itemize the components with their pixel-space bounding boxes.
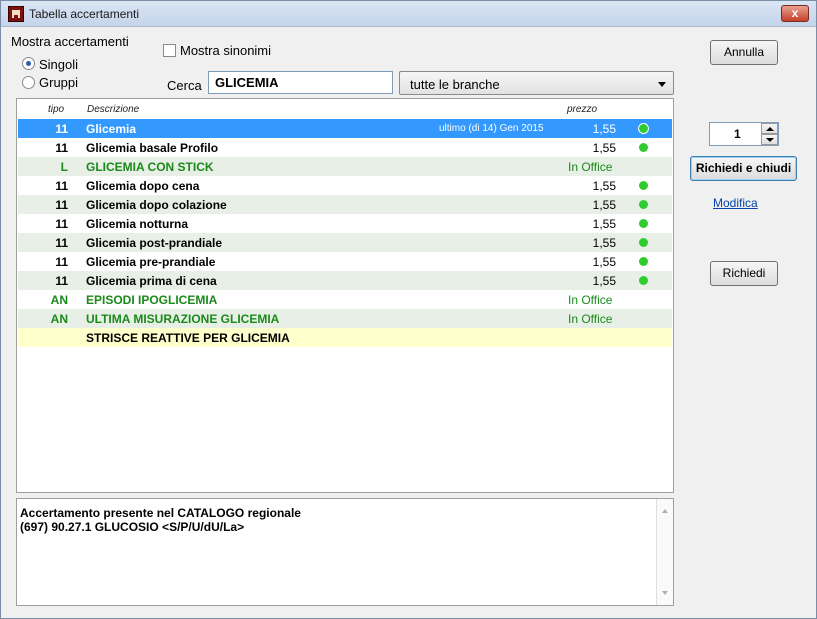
scroll-down-icon[interactable] (662, 591, 668, 595)
row-tipo: 11 (55, 198, 68, 212)
cerca-label: Cerca (167, 78, 202, 93)
table-row[interactable]: 11 Glicemia notturna 1,55 (18, 214, 672, 233)
branch-select[interactable]: tutte le branche (399, 71, 674, 95)
window-title: Tabella accertamenti (29, 7, 140, 21)
row-tipo: 11 (55, 255, 68, 269)
table-row[interactable]: 11 Glicemia ultimo (di 14) Gen 2015 1,55 (18, 119, 672, 138)
close-button[interactable]: x (781, 5, 809, 22)
table-row[interactable]: AN ULTIMA MISURAZIONE GLICEMIA In Office (18, 309, 672, 328)
row-prezzo: In Office (568, 312, 613, 326)
status-dot-icon (638, 123, 649, 134)
row-tipo: AN (50, 293, 68, 307)
table-row[interactable]: 11 Glicemia pre-prandiale 1,55 (18, 252, 672, 271)
info-line-2: (697) 90.27.1 GLUCOSIO <S/P/U/dU/La> (20, 520, 245, 534)
radio-singoli[interactable] (22, 57, 35, 70)
status-dot-icon (639, 181, 648, 190)
accertamenti-dialog: Tabella accertamenti x Mostra accertamen… (0, 0, 817, 619)
row-prezzo: 1,55 (592, 255, 616, 269)
info-box: Accertamento presente nel CATALOGO regio… (16, 498, 674, 606)
table-row[interactable]: 11 Glicemia dopo colazione 1,55 (18, 195, 672, 214)
row-prezzo: 1,55 (592, 217, 616, 231)
table-row[interactable]: 11 Glicemia dopo cena 1,55 (18, 176, 672, 195)
table-row[interactable]: L GLICEMIA CON STICK In Office (18, 157, 672, 176)
quantity-stepper[interactable]: 1 (709, 122, 779, 146)
row-descrizione: Glicemia post-prandiale (86, 236, 223, 250)
status-dot-icon (639, 200, 648, 209)
mostra-accertamenti-label: Mostra accertamenti (11, 34, 129, 49)
radio-gruppi[interactable] (22, 76, 35, 89)
table-row[interactable]: AN EPISODI IPOGLICEMIA In Office (18, 290, 672, 309)
row-prezzo: In Office (568, 160, 613, 174)
info-line-1: Accertamento presente nel CATALOGO regio… (20, 506, 301, 520)
row-prezzo: 1,55 (592, 122, 616, 136)
header-tipo: tipo (48, 104, 65, 115)
row-descrizione: ULTIMA MISURAZIONE GLICEMIA (86, 312, 280, 326)
richiedi-button[interactable]: Richiedi (710, 261, 778, 286)
chevron-down-icon (658, 82, 666, 87)
quantity-value[interactable]: 1 (734, 127, 741, 141)
annulla-button[interactable]: Annulla (710, 40, 778, 65)
branch-select-value: tutte le branche (410, 77, 500, 92)
status-dot-icon (639, 238, 648, 247)
info-scrollbar[interactable] (656, 499, 673, 605)
row-tipo: 11 (55, 274, 68, 288)
row-prezzo: 1,55 (592, 198, 616, 212)
row-prezzo: 1,55 (592, 179, 616, 193)
list-header: tipo Descrizione prezzo (17, 99, 673, 118)
status-dot-icon (639, 143, 648, 152)
spin-up-icon[interactable] (761, 123, 778, 134)
row-prezzo: 1,55 (592, 141, 616, 155)
row-tipo: L (60, 160, 68, 174)
row-prezzo: 1,55 (592, 274, 616, 288)
app-icon (8, 6, 24, 22)
row-descrizione: Glicemia notturna (86, 217, 189, 231)
table-row[interactable]: 11 Glicemia prima di cena 1,55 (18, 271, 672, 290)
row-descrizione: GLICEMIA CON STICK (86, 160, 214, 174)
scroll-up-icon[interactable] (662, 509, 668, 513)
row-descrizione: Glicemia dopo cena (86, 179, 200, 193)
title-bar[interactable]: Tabella accertamenti x (1, 1, 816, 27)
row-descrizione: Glicemia dopo colazione (86, 198, 227, 212)
mostra-sinonimi-label[interactable]: Mostra sinonimi (180, 43, 271, 58)
richiedi-e-chiudi-button[interactable]: Richiedi e chiudi (690, 156, 797, 181)
table-row[interactable]: 11 Glicemia basale Profilo 1,55 (18, 138, 672, 157)
row-prezzo: In Office (568, 293, 613, 307)
row-tipo: 11 (55, 217, 68, 231)
row-descrizione: Glicemia (86, 122, 137, 136)
row-descrizione: Glicemia pre-prandiale (86, 255, 216, 269)
row-descrizione: Glicemia prima di cena (86, 274, 217, 288)
row-tipo: 11 (55, 141, 68, 155)
header-descrizione: Descrizione (87, 104, 140, 115)
header-prezzo: prezzo (567, 104, 598, 115)
accertamenti-list[interactable]: tipo Descrizione prezzo 11 Glicemia ultimo… (16, 98, 674, 493)
spin-down-icon[interactable] (761, 134, 778, 145)
row-note: ultimo (di 14) Gen 2015 (439, 123, 544, 134)
row-tipo: 11 (55, 179, 68, 193)
row-descrizione: STRISCE REATTIVE PER GLICEMIA (86, 331, 290, 345)
row-tipo: 11 (55, 122, 68, 136)
row-tipo: AN (50, 312, 68, 326)
radio-singoli-label[interactable]: Singoli (39, 57, 78, 72)
modifica-link[interactable]: Modifica (713, 196, 758, 210)
status-dot-icon (639, 276, 648, 285)
table-row[interactable]: STRISCE REATTIVE PER GLICEMIA (18, 328, 672, 347)
search-input[interactable] (208, 71, 393, 94)
status-dot-icon (639, 219, 648, 228)
row-prezzo: 1,55 (592, 236, 616, 250)
radio-gruppi-label[interactable]: Gruppi (39, 75, 78, 90)
status-dot-icon (639, 257, 648, 266)
table-row[interactable]: 11 Glicemia post-prandiale 1,55 (18, 233, 672, 252)
mostra-sinonimi-checkbox[interactable] (163, 44, 176, 57)
row-descrizione: EPISODI IPOGLICEMIA (86, 293, 218, 307)
row-descrizione: Glicemia basale Profilo (86, 141, 219, 155)
row-tipo: 11 (55, 236, 68, 250)
